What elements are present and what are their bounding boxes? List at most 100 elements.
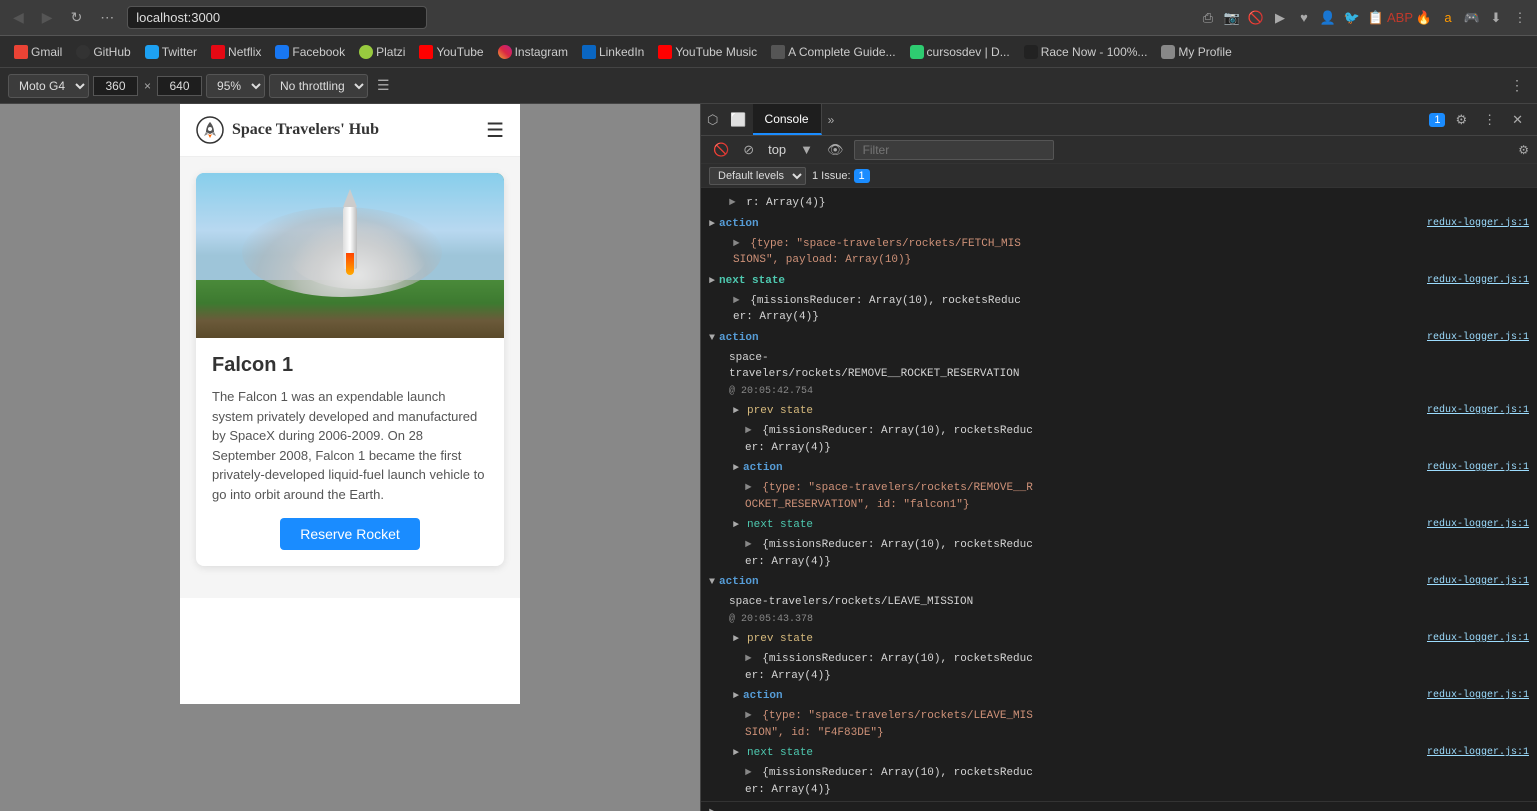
redux-link-8[interactable]: redux-logger.js:1 — [1427, 633, 1529, 644]
ext4-icon[interactable]: 🎮 — [1463, 9, 1481, 27]
bookmark-netflix[interactable]: Netflix — [205, 43, 267, 61]
log-action-leave[interactable]: ► action redux-logger.js:1 — [701, 687, 1537, 705]
bookmark-gmail[interactable]: Gmail — [8, 43, 68, 61]
bookmark-instagram[interactable]: Instagram — [492, 43, 574, 61]
console-clear-icon[interactable]: 🚫 — [709, 140, 733, 160]
log-label-remove: action — [719, 332, 759, 344]
devtools-device-icon[interactable]: ⬜ — [724, 112, 752, 128]
devtools-close-icon[interactable]: ✕ — [1506, 112, 1529, 128]
log-section-leave-mission[interactable]: ▼ action redux-logger.js:1 — [701, 573, 1537, 591]
browser-chrome: ◀ ▶ ↻ ⋯ ⎙ 📷 🚫 ▶ ♥ 👤 🐦 📋 ABP 🔥 a 🎮 ⬇ ⋮ Gm… — [0, 0, 1537, 811]
throttle-selector[interactable]: No throttling — [269, 74, 368, 98]
top-label: top — [764, 142, 790, 157]
devtools-more-tabs[interactable]: » — [822, 113, 841, 127]
ext1-icon[interactable]: 🐦 — [1343, 9, 1361, 27]
bookmark-platzi[interactable]: Platzi — [353, 43, 411, 61]
redux-link-7[interactable]: redux-logger.js:1 — [1427, 576, 1529, 587]
bookmark-github[interactable]: GitHub — [70, 43, 136, 61]
log-label-lm: action — [719, 576, 759, 588]
bookmark-linkedin[interactable]: LinkedIn — [576, 43, 650, 61]
log-next-state-remove[interactable]: ► next state redux-logger.js:1 — [701, 516, 1537, 534]
log-action-remove[interactable]: ► action redux-logger.js:1 — [701, 459, 1537, 477]
bookmark-gmail-label: Gmail — [31, 45, 62, 59]
redux-link-2[interactable]: redux-logger.js:1 — [1427, 275, 1529, 286]
bookmark-complete-guide[interactable]: A Complete Guide... — [765, 43, 901, 61]
collapse-icon-al: ► — [733, 691, 739, 702]
bookmark-cursosdev[interactable]: cursosdev | D... — [904, 43, 1016, 61]
bookmark-facebook[interactable]: Facebook — [269, 43, 351, 61]
bookmark-instagram-label: Instagram — [515, 45, 568, 59]
nav-refresh-button[interactable]: ↻ — [66, 7, 88, 28]
heart-icon[interactable]: ♥ — [1295, 9, 1313, 27]
height-input[interactable] — [157, 76, 202, 96]
bookmark-race-now-label: Race Now - 100%... — [1041, 45, 1148, 59]
menu-dots-icon[interactable]: ⋮ — [1511, 9, 1529, 27]
log-next-state-leave[interactable]: ► next state redux-logger.js:1 — [701, 744, 1537, 762]
timestamp-1: @ 20:05:42.754 — [729, 386, 813, 397]
toolbar-icons: ⎙ 📷 🚫 ▶ ♥ 👤 🐦 📋 ABP 🔥 a 🎮 ⬇ ⋮ — [1199, 9, 1529, 27]
profile-icon[interactable]: 👤 — [1319, 9, 1337, 27]
console-filter-input[interactable] — [854, 140, 1054, 160]
more-options-icon[interactable]: ⋮ — [1505, 75, 1529, 96]
redux-link-9[interactable]: redux-logger.js:1 — [1427, 690, 1529, 701]
redux-link-5[interactable]: redux-logger.js:1 — [1427, 462, 1529, 473]
log-entry-next-remove: ► {missionsReducer: Array(10), rocketsRe… — [701, 534, 1537, 573]
bookmark-youtube[interactable]: YouTube — [413, 43, 489, 61]
console-settings-icon[interactable]: ⚙ — [1518, 143, 1529, 157]
amazon-icon[interactable]: a — [1439, 9, 1457, 27]
device-selector[interactable]: Moto G4 — [8, 74, 89, 98]
touch-icon[interactable]: ☰ — [372, 75, 395, 96]
collapse-icon-ps: ► — [733, 406, 739, 417]
default-levels-selector[interactable]: Default levels — [709, 167, 806, 185]
zoom-selector[interactable]: 95% — [206, 74, 265, 98]
log-prev-state-remove[interactable]: ► prev state redux-logger.js:1 — [701, 402, 1537, 420]
tab-console[interactable]: Console — [753, 104, 822, 135]
play-icon[interactable]: ▶ — [1271, 9, 1289, 27]
reserve-rocket-button[interactable]: Reserve Rocket — [280, 518, 420, 550]
eye-icon[interactable]: 👁 — [823, 140, 848, 160]
block-icon[interactable]: 🚫 — [1247, 9, 1265, 27]
adblock-icon[interactable]: ABP — [1391, 9, 1409, 27]
log-section-remove-reservation[interactable]: ▼ action redux-logger.js:1 — [701, 329, 1537, 347]
redux-link-10[interactable]: redux-logger.js:1 — [1427, 747, 1529, 758]
top-dropdown-icon[interactable]: ▼ — [796, 140, 817, 159]
log-text-remove: space-travelers/rockets/REMOVE__ROCKET_R… — [701, 347, 1537, 403]
mobile-frame: Space Travelers' Hub ☰ — [180, 104, 520, 704]
nav-back-button[interactable]: ◀ — [8, 7, 29, 28]
app-body: Falcon 1 The Falcon 1 was an expendable … — [180, 157, 520, 598]
bookmark-youtube-music-label: YouTube Music — [675, 45, 757, 59]
log-section-next-state-1[interactable]: ► next state redux-logger.js:1 — [701, 272, 1537, 290]
download-icon[interactable]: ⬇ — [1487, 9, 1505, 27]
prompt-arrow: ► — [709, 807, 716, 811]
redux-link-4[interactable]: redux-logger.js:1 — [1427, 405, 1529, 416]
width-input[interactable] — [93, 76, 138, 96]
log-prev-state-leave[interactable]: ► prev state redux-logger.js:1 — [701, 630, 1537, 648]
log-label-ar: action — [743, 462, 783, 474]
devtools-more-icon[interactable]: ⋮ — [1477, 112, 1502, 128]
bookmark-race-now[interactable]: Race Now - 100%... — [1018, 43, 1154, 61]
ext3-icon[interactable]: 🔥 — [1415, 9, 1433, 27]
log-section-action[interactable]: ► action redux-logger.js:1 — [701, 215, 1537, 233]
console-filter-icon[interactable]: ⊘ — [739, 140, 758, 160]
console-input[interactable] — [722, 806, 1529, 811]
redux-link-6[interactable]: redux-logger.js:1 — [1427, 519, 1529, 530]
bookmark-my-profile[interactable]: My Profile — [1155, 43, 1237, 61]
redux-link-1[interactable]: redux-logger.js:1 — [1427, 218, 1529, 229]
nav-forward-button[interactable]: ▶ — [37, 7, 58, 28]
console-secondary-toolbar: Default levels 1 Issue: 1 — [701, 164, 1537, 188]
log-entry-prev-leave: ► {missionsReducer: Array(10), rocketsRe… — [701, 648, 1537, 687]
bookmark-twitter[interactable]: Twitter — [139, 43, 203, 61]
redux-link-3[interactable]: redux-logger.js:1 — [1427, 332, 1529, 343]
ext2-icon[interactable]: 📋 — [1367, 9, 1385, 27]
nav-more-button[interactable]: ⋯ — [95, 7, 119, 28]
devtools-inspect-icon[interactable]: ⬡ — [701, 112, 724, 128]
camera-icon[interactable]: 📷 — [1223, 9, 1241, 27]
screen-capture-icon[interactable]: ⎙ — [1199, 9, 1217, 27]
address-bar[interactable] — [127, 6, 427, 29]
bookmark-youtube-music[interactable]: YouTube Music — [652, 43, 763, 61]
hamburger-menu[interactable]: ☰ — [486, 118, 504, 143]
devtools-tab-actions: 1 ⚙ ⋮ ✕ — [1429, 112, 1537, 128]
issue-count: 1 — [854, 169, 870, 183]
devtools-settings-gear-icon[interactable]: ⚙ — [1449, 112, 1473, 128]
rocket-image — [196, 173, 504, 338]
